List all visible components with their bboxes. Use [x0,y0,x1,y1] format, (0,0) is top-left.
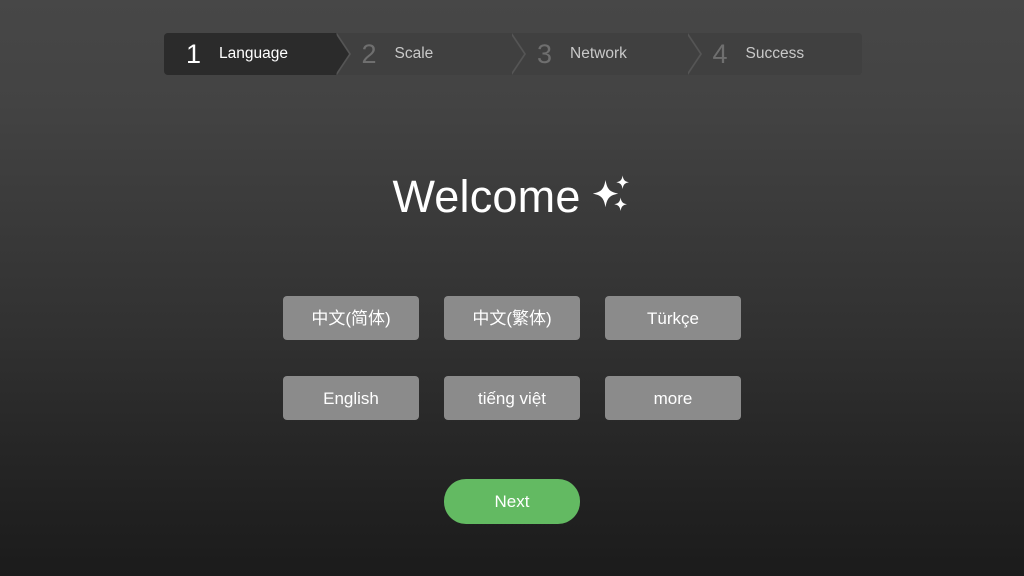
step-label: Scale [394,45,434,62]
page-title-text: Welcome [392,171,581,222]
step-scale[interactable]: 2 Scale [335,33,526,75]
language-button-more[interactable]: more [605,376,741,420]
language-button-english[interactable]: English [283,376,419,420]
language-grid: 中文(简体) 中文(繁体) Türkçe English tiếng việt … [283,296,742,420]
next-button[interactable]: Next [444,479,580,524]
step-number: 4 [712,38,728,69]
page-title: Welcome [0,172,1024,222]
step-number: 1 [186,38,202,69]
language-button-zh-hant[interactable]: 中文(繁体) [444,296,580,340]
footer-actions: Next [0,479,1024,524]
step-label: Success [745,45,805,62]
step-network[interactable]: 3 Network [511,33,701,75]
step-success[interactable]: 4 Success [686,33,862,75]
step-label: Language [219,45,288,62]
sparkles-icon [592,175,629,211]
step-label: Network [570,45,627,62]
language-button-tieng-viet[interactable]: tiếng việt [444,376,580,420]
step-number: 2 [361,38,377,69]
step-language[interactable]: 1 Language [164,33,350,75]
setup-stepper: 1 Language 2 Scale 3 Network 4 Success [164,33,862,75]
step-number: 3 [537,38,553,69]
language-button-zh-hans[interactable]: 中文(简体) [283,296,419,340]
language-button-turkce[interactable]: Türkçe [605,296,741,340]
